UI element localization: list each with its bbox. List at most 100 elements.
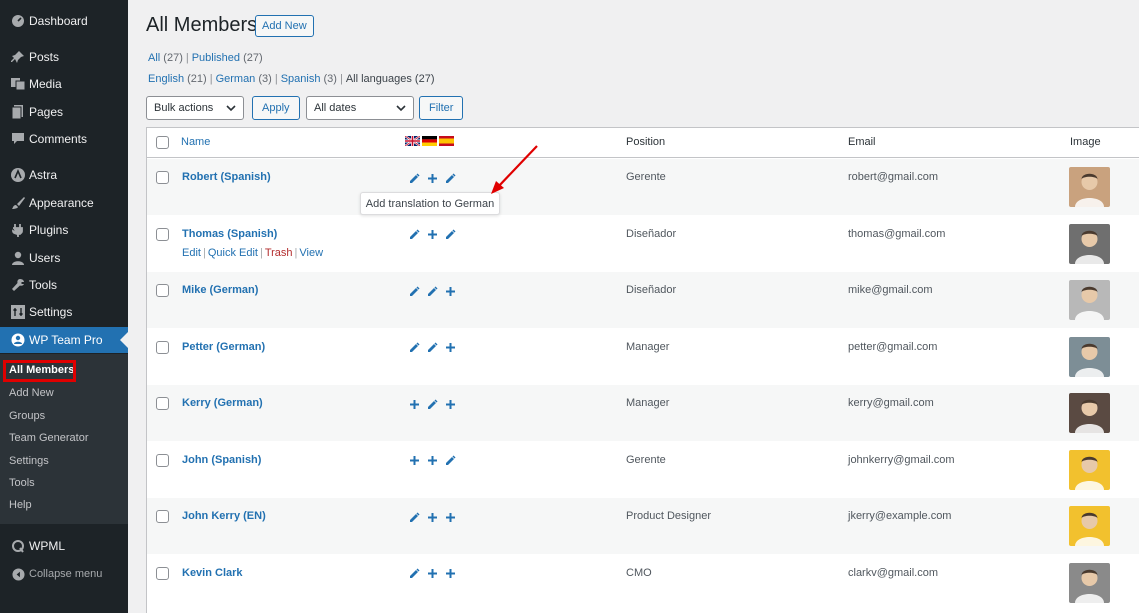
sidebar-item-pages[interactable]: Pages [0,99,128,125]
sidebar-item-label: Tools [29,278,58,292]
member-name-link[interactable]: Petter (German) [182,341,265,353]
pencil-icon[interactable] [408,284,421,298]
plus-icon[interactable] [408,397,421,411]
translation-actions [408,510,457,524]
table-row: John Kerry (EN) Product Designer jkerry@ex… [147,498,1139,554]
translation-actions [408,454,457,468]
row-checkbox[interactable] [156,284,169,297]
edit-link[interactable]: Edit [182,247,201,259]
sidebar-item-plugins[interactable]: Plugins [0,217,128,243]
plus-icon[interactable] [426,510,439,524]
translation-actions [408,397,457,411]
position-cell: Manager [626,340,670,353]
avatar [1069,506,1110,546]
sidebar-item-wpml[interactable]: WPML [0,533,128,559]
filter-english[interactable]: English (21) [148,73,207,85]
pencil-icon[interactable] [426,397,439,411]
sidebar-item-dashboard[interactable]: Dashboard [0,8,128,34]
sidebar-item-users[interactable]: Users [0,245,128,271]
plus-icon[interactable] [426,171,439,185]
plus-icon[interactable] [426,228,439,242]
pencil-icon[interactable] [444,171,457,185]
plus-icon[interactable] [444,341,457,355]
members-table: Name Position Email Image Robert (Spanis… [146,127,1139,613]
plus-icon[interactable] [426,567,439,581]
pencil-icon[interactable] [408,171,421,185]
apply-button[interactable]: Apply [252,96,300,120]
member-name-link[interactable]: John (Spanish) [182,454,261,466]
column-name[interactable]: Name [181,136,210,148]
sidebar-item-wp-team-pro[interactable]: WP Team Pro [0,327,128,353]
email-cell: kerry@gmail.com [848,397,934,409]
plus-icon[interactable] [408,454,421,468]
sidebar-item-label: Settings [29,305,73,319]
astra-icon [8,168,28,182]
plus-icon[interactable] [444,397,457,411]
plus-icon[interactable] [426,454,439,468]
filter-spanish[interactable]: Spanish (3) [281,73,337,85]
sidebar-item-appearance[interactable]: Appearance [0,190,128,216]
select-all-checkbox[interactable] [156,136,169,149]
pencil-icon[interactable] [426,284,439,298]
plus-icon[interactable] [444,567,457,581]
pencil-icon[interactable] [408,567,421,581]
plugins-icon [8,223,28,237]
member-name-link[interactable]: John Kerry (EN) [182,510,266,522]
pencil-icon[interactable] [408,228,421,242]
submenu-settings[interactable]: Settings [9,455,49,467]
filter-german[interactable]: German (3) [216,73,272,85]
main-content: All Members Add New All (27) | Published (… [128,0,1139,613]
sidebar-item-comments[interactable]: Comments [0,126,128,152]
sidebar-item-settings[interactable]: Settings [0,299,128,325]
member-name-link[interactable]: Mike (German) [182,284,258,296]
row-checkbox[interactable] [156,566,169,580]
row-checkbox[interactable] [156,227,169,241]
avatar [1069,336,1110,377]
chevron-down-icon [226,101,236,118]
row-checkbox[interactable] [156,510,169,523]
row-checkbox[interactable] [156,453,169,467]
submenu-add-new[interactable]: Add New [9,387,54,399]
row-checkbox[interactable] [156,397,169,410]
sidebar-item-tools[interactable]: Tools [0,272,128,298]
add-new-button[interactable]: Add New [255,15,314,37]
sidebar-item-astra[interactable]: Astra [0,162,128,188]
pencil-icon[interactable] [444,454,457,468]
submenu-help[interactable]: Help [9,499,32,511]
submenu-team-generator[interactable]: Team Generator [9,432,88,444]
plus-icon[interactable] [444,510,457,524]
collapse-menu-button[interactable]: Collapse menu [0,561,128,587]
pencil-icon[interactable] [408,341,421,355]
row-checkbox[interactable] [156,171,169,184]
email-cell: jkerry@example.com [848,510,952,522]
quick-edit-link[interactable]: Quick Edit [208,247,258,259]
email-cell: mike@gmail.com [848,284,933,296]
sidebar-item-posts[interactable]: Posts [0,44,128,70]
filter-all[interactable]: All (27) [148,52,183,64]
sidebar-item-media[interactable]: Media [0,71,128,97]
position-cell: Gerente [626,453,666,466]
email-cell: johnkerry@gmail.com [848,453,955,466]
trash-link[interactable]: Trash [265,247,293,259]
view-link[interactable]: View [299,247,323,259]
member-name-link[interactable]: Kevin Clark [182,567,243,579]
plus-icon[interactable] [444,284,457,298]
submenu-groups[interactable]: Groups [9,410,45,422]
pencil-icon[interactable] [408,510,421,524]
translation-actions [408,171,457,185]
row-checkbox[interactable] [156,340,169,354]
member-name-link[interactable]: Kerry (German) [182,397,263,409]
submenu-tools[interactable]: Tools [9,477,35,489]
filter-published[interactable]: Published (27) [192,52,263,64]
language-filters: English (21) | German (3) | Spanish (3) | All … [148,73,435,85]
filter-button[interactable]: Filter [419,96,464,120]
dates-select[interactable]: All dates [306,96,414,120]
filter-all-languages[interactable]: All languages (27) [346,73,435,85]
member-name-link[interactable]: Robert (Spanish) [182,171,271,183]
pencil-icon[interactable] [444,228,457,242]
member-name-link[interactable]: Thomas (Spanish) [182,228,277,240]
bulk-actions-select[interactable]: Bulk actions [146,96,244,120]
table-header: Name Position Email Image [147,128,1139,158]
sidebar-item-label: Appearance [29,196,94,210]
pencil-icon[interactable] [426,341,439,355]
